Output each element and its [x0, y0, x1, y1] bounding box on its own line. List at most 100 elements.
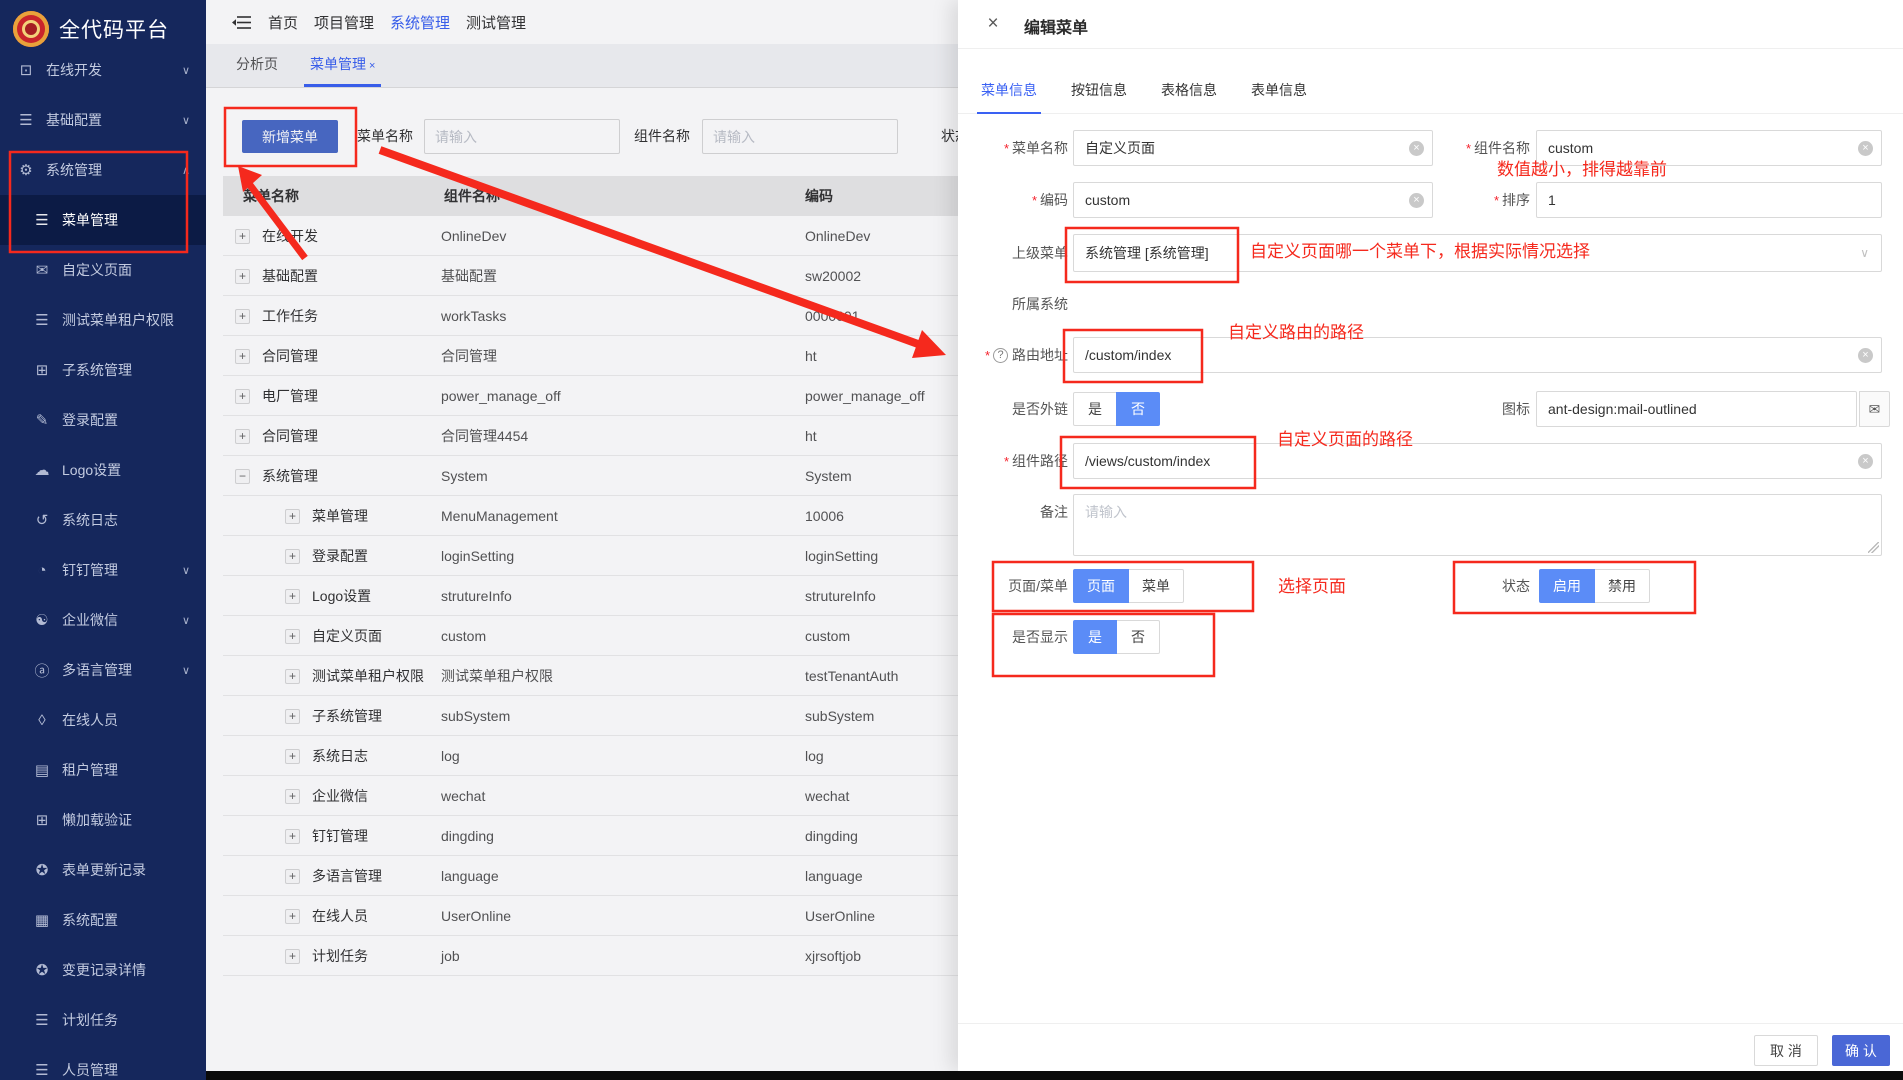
clear-icon[interactable] — [1409, 141, 1424, 156]
expand-icon[interactable]: + — [285, 949, 300, 964]
cloud-icon — [33, 461, 51, 479]
sidebar-item-system-log[interactable]: 系统日志 — [0, 495, 206, 545]
filter-component-name-input[interactable] — [702, 119, 898, 154]
clear-icon[interactable] — [1858, 141, 1873, 156]
sidebar-item-online-users[interactable]: 在线人员 — [0, 695, 206, 745]
sidebar-item-scheduled-tasks[interactable]: 计划任务 — [0, 995, 206, 1045]
parent-menu-select[interactable]: 系统管理 [系统管理] — [1073, 234, 1882, 272]
sidebar-item-personnel-mgmt[interactable]: 人员管理 — [0, 1045, 206, 1080]
expand-icon[interactable]: + — [235, 269, 250, 284]
menu-name-field[interactable] — [1074, 131, 1432, 165]
page-or-menu-toggle: 页面 菜单 — [1073, 569, 1184, 603]
sidebar-item-system-mgmt[interactable]: 系统管理∧ — [0, 145, 206, 195]
expand-icon[interactable]: + — [285, 749, 300, 764]
menu-option[interactable]: 菜单 — [1128, 569, 1184, 603]
mail-icon — [33, 261, 51, 279]
expand-icon[interactable]: + — [285, 629, 300, 644]
remark-label: 备注 — [958, 494, 1068, 530]
expand-icon[interactable]: + — [285, 909, 300, 924]
chevron-down-icon: ∨ — [182, 564, 190, 577]
collapse-icon[interactable]: − — [235, 469, 250, 484]
filter-menu-name-input[interactable] — [424, 119, 620, 154]
navbar-item-system-mgmt[interactable]: 系统管理 — [390, 12, 450, 33]
expand-icon[interactable]: + — [285, 589, 300, 604]
sidebar-item-custom-page[interactable]: 自定义页面 — [0, 245, 206, 295]
sidebar-item-multilanguage[interactable]: 多语言管理∨ — [0, 645, 206, 695]
apple-icon — [33, 861, 51, 879]
sidebar-item-test-tenant-auth[interactable]: 测试菜单租户权限 — [0, 295, 206, 345]
sidebar-item-login-config[interactable]: 登录配置 — [0, 395, 206, 445]
sort-field[interactable] — [1537, 183, 1881, 217]
expand-icon[interactable]: + — [285, 669, 300, 684]
gear-icon — [17, 161, 35, 179]
filter-menu-name-label: 菜单名称 — [357, 120, 413, 153]
sidebar-item-wechat-work[interactable]: 企业微信∨ — [0, 595, 206, 645]
parent-menu-label: 上级菜单 — [958, 235, 1068, 271]
sidebar-item-online-dev[interactable]: 在线开发∨ — [0, 45, 206, 95]
expand-icon[interactable]: + — [235, 309, 250, 324]
dingtalk-icon — [33, 562, 51, 579]
sidebar-item-system-config[interactable]: 系统配置 — [0, 895, 206, 945]
route-field[interactable] — [1074, 338, 1881, 372]
menu-fold-icon[interactable] — [232, 15, 252, 30]
code-field[interactable] — [1074, 183, 1432, 217]
remark-textarea[interactable] — [1073, 494, 1882, 556]
visible-no[interactable]: 否 — [1116, 620, 1160, 654]
visible-yes[interactable]: 是 — [1073, 620, 1117, 654]
close-icon[interactable] — [982, 13, 1004, 35]
expand-icon[interactable]: + — [235, 389, 250, 404]
clear-icon[interactable] — [1858, 454, 1873, 469]
confirm-button[interactable]: 确 认 — [1832, 1035, 1890, 1066]
component-name-field[interactable] — [1537, 131, 1881, 165]
cancel-button[interactable]: 取 消 — [1754, 1035, 1818, 1066]
expand-icon[interactable]: + — [285, 709, 300, 724]
tab-form-info[interactable]: 表单信息 — [1247, 70, 1311, 113]
navbar-item-home[interactable]: 首页 — [268, 12, 298, 33]
icon-picker-button[interactable] — [1859, 391, 1890, 427]
sidebar-item-tenant-mgmt[interactable]: 租户管理 — [0, 745, 206, 795]
drawer-footer: 取 消 确 认 — [958, 1023, 1903, 1071]
page-option[interactable]: 页面 — [1073, 569, 1129, 603]
expand-icon[interactable]: + — [235, 229, 250, 244]
external-link-no[interactable]: 否 — [1116, 392, 1160, 426]
sidebar-item-form-update-log[interactable]: 表单更新记录 — [0, 845, 206, 895]
tab-menu-mgmt[interactable]: 菜单管理× — [306, 54, 379, 87]
sidebar-item-subsystem[interactable]: 子系统管理 — [0, 345, 206, 395]
status-disabled[interactable]: 禁用 — [1594, 569, 1650, 603]
clear-icon[interactable] — [1858, 348, 1873, 363]
clear-icon[interactable] — [1409, 193, 1424, 208]
tab-close-icon[interactable]: × — [369, 60, 375, 72]
sidebar-item-menu-mgmt[interactable]: 菜单管理 — [0, 195, 206, 245]
app-logo-icon — [13, 11, 49, 47]
expand-icon[interactable]: + — [285, 789, 300, 804]
expand-icon[interactable]: + — [235, 349, 250, 364]
expand-icon[interactable]: + — [285, 509, 300, 524]
chevron-down-icon: ∨ — [182, 114, 190, 127]
external-link-yes[interactable]: 是 — [1073, 392, 1117, 426]
status-enabled[interactable]: 启用 — [1539, 569, 1595, 603]
add-menu-button[interactable]: 新增菜单 — [242, 120, 338, 153]
navbar-item-test-mgmt[interactable]: 测试管理 — [466, 12, 526, 33]
component-path-field[interactable] — [1074, 444, 1881, 478]
list-icon — [33, 1061, 51, 1079]
sidebar-item-base-config[interactable]: 基础配置∨ — [0, 95, 206, 145]
tab-menu-info[interactable]: 菜单信息 — [977, 70, 1041, 113]
chevron-down-icon: ∨ — [182, 64, 190, 77]
tab-table-info[interactable]: 表格信息 — [1157, 70, 1221, 113]
sort-label: 排序 — [1438, 182, 1530, 218]
tab-analysis-page[interactable]: 分析页 — [232, 54, 282, 87]
external-link-toggle: 是 否 — [1073, 392, 1160, 426]
sidebar-item-change-log-detail[interactable]: 变更记录详情 — [0, 945, 206, 995]
expand-icon[interactable]: + — [235, 429, 250, 444]
table-header-menu-name: 菜单名称 — [243, 186, 299, 206]
expand-icon[interactable]: + — [285, 869, 300, 884]
external-link-label: 是否外链 — [958, 391, 1068, 427]
expand-icon[interactable]: + — [285, 829, 300, 844]
sidebar-item-dingtalk[interactable]: 钉钉管理∨ — [0, 545, 206, 595]
navbar-item-project-mgmt[interactable]: 项目管理 — [314, 12, 374, 33]
icon-field[interactable] — [1537, 392, 1856, 426]
sidebar-item-logo-setting[interactable]: Logo设置 — [0, 445, 206, 495]
tab-button-info[interactable]: 按钮信息 — [1067, 70, 1131, 113]
sidebar-item-lazyload-verify[interactable]: 懒加载验证 — [0, 795, 206, 845]
expand-icon[interactable]: + — [285, 549, 300, 564]
